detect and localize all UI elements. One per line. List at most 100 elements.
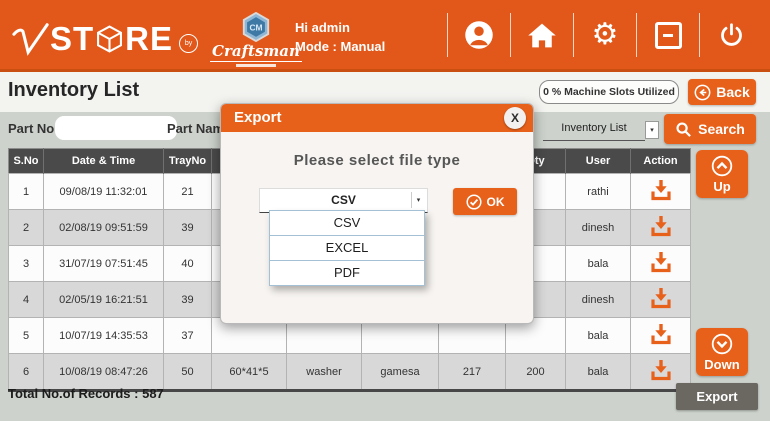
table-cell: 39 xyxy=(164,282,212,318)
ok-button[interactable]: OK xyxy=(453,188,517,215)
column-header: TrayNo xyxy=(164,149,212,174)
column-header: S.No xyxy=(9,149,44,174)
export-modal: Export X Please select file type CSV ▾ O… xyxy=(220,103,534,324)
table-cell: 09/08/19 11:32:01 xyxy=(44,174,164,210)
file-type-value: CSV xyxy=(260,189,427,211)
craftsman-underline xyxy=(236,64,276,67)
table-cell: 10/08/19 08:47:26 xyxy=(44,354,164,391)
export-button[interactable]: Export xyxy=(676,383,758,410)
column-header: Date & Time xyxy=(44,149,164,174)
file-type-prompt: Please select file type xyxy=(221,152,533,169)
column-header: Action xyxy=(631,149,691,174)
table-cell: 2 xyxy=(9,210,44,246)
action-cell xyxy=(631,246,691,282)
table-cell: washer xyxy=(287,354,362,391)
arrow-up-circle-icon xyxy=(711,155,733,177)
back-button[interactable]: Back xyxy=(688,79,756,105)
download-icon[interactable] xyxy=(649,179,673,202)
close-icon[interactable]: X xyxy=(504,107,526,129)
search-label: Search xyxy=(698,121,745,137)
list-type-value: Inventory List xyxy=(543,119,645,138)
craftsman-badge-text: CM xyxy=(249,22,262,32)
table-cell: 21 xyxy=(164,174,212,210)
user-icon[interactable] xyxy=(447,13,510,57)
download-icon[interactable] xyxy=(649,323,673,346)
page-title: Inventory List xyxy=(8,79,139,102)
cube-icon xyxy=(96,24,123,54)
back-label: Back xyxy=(716,84,749,100)
table-cell: 40 xyxy=(164,246,212,282)
table-cell: 37 xyxy=(164,318,212,354)
arrow-down-circle-icon xyxy=(711,333,733,355)
table-cell: 02/05/19 16:21:51 xyxy=(44,282,164,318)
action-cell xyxy=(631,318,691,354)
power-icon[interactable] xyxy=(699,13,762,57)
table-cell: gamesa xyxy=(362,354,439,391)
table-cell: 60*41*5 xyxy=(212,354,287,391)
settings-icon[interactable]: ⚙ xyxy=(573,13,636,57)
mode-text: Mode : Manual xyxy=(295,37,385,56)
action-cell xyxy=(631,174,691,210)
download-icon[interactable] xyxy=(649,215,673,238)
machine-slots-badge: 0 % Machine Slots Utilized xyxy=(539,80,679,104)
part-no-label: Part No xyxy=(8,121,54,136)
app-header: ST RE by CM Craftsman Hi admin Mode : Ma… xyxy=(0,0,770,72)
table-cell: 217 xyxy=(439,354,506,391)
list-type-select[interactable]: Inventory List ▾ xyxy=(543,119,645,141)
scroll-down-button[interactable]: Down xyxy=(696,328,748,376)
down-label: Down xyxy=(704,357,739,372)
export-modal-title: Export xyxy=(221,104,533,132)
download-icon[interactable] xyxy=(649,359,673,382)
scroll-up-button[interactable]: Up xyxy=(696,150,748,198)
total-records-label: Total No.of Records : 587 xyxy=(8,386,164,401)
table-cell: 5 xyxy=(9,318,44,354)
arrow-left-circle-icon xyxy=(694,84,711,101)
minimize-icon[interactable] xyxy=(636,13,699,57)
column-header: User xyxy=(566,149,631,174)
chevron-down-icon: ▾ xyxy=(645,121,659,139)
table-cell: rathi xyxy=(566,174,631,210)
up-label: Up xyxy=(713,179,730,194)
table-cell: 31/07/19 07:51:45 xyxy=(44,246,164,282)
check-circle-icon xyxy=(466,194,482,210)
home-icon[interactable] xyxy=(510,13,573,57)
table-cell: bala xyxy=(566,246,631,282)
table-cell: 4 xyxy=(9,282,44,318)
download-icon[interactable] xyxy=(649,287,673,310)
chevron-down-icon: ▾ xyxy=(411,192,425,208)
table-cell: 02/08/19 09:51:59 xyxy=(44,210,164,246)
file-type-options: CSVEXCELPDF xyxy=(269,211,425,286)
table-row: 610/08/19 08:47:265060*41*5washergamesa2… xyxy=(9,354,691,391)
table-cell: dinesh xyxy=(566,210,631,246)
v-swoosh-icon xyxy=(12,21,50,57)
craftsman-hexagon-icon: CM xyxy=(240,12,272,42)
table-cell: bala xyxy=(566,318,631,354)
table-cell: 50 xyxy=(164,354,212,391)
logo-text-right: RE xyxy=(125,19,173,59)
search-button[interactable]: Search xyxy=(664,114,756,144)
table-cell: 1 xyxy=(9,174,44,210)
file-type-option[interactable]: EXCEL xyxy=(269,235,425,261)
table-cell: 3 xyxy=(9,246,44,282)
table-cell: 10/07/19 14:35:53 xyxy=(44,318,164,354)
part-no-input[interactable] xyxy=(55,116,177,140)
action-cell xyxy=(631,210,691,246)
by-badge: by xyxy=(179,34,198,53)
export-modal-header: Export xyxy=(221,104,533,132)
greeting-text: Hi admin xyxy=(295,18,385,37)
file-type-option[interactable]: PDF xyxy=(269,260,425,286)
vstore-logo: ST RE by CM Craftsman xyxy=(12,10,302,67)
magnifier-icon xyxy=(675,121,692,138)
download-icon[interactable] xyxy=(649,251,673,274)
craftsman-script: Craftsman xyxy=(210,42,302,62)
file-type-option[interactable]: CSV xyxy=(269,210,425,236)
inventory-list-screen: ST RE by CM Craftsman Hi admin Mode : Ma… xyxy=(0,0,770,421)
session-info: Hi admin Mode : Manual xyxy=(295,18,385,56)
table-cell: 6 xyxy=(9,354,44,391)
table-cell: 39 xyxy=(164,210,212,246)
action-cell xyxy=(631,282,691,318)
table-cell: bala xyxy=(566,354,631,391)
craftsman-logo: CM Craftsman xyxy=(210,12,302,67)
table-cell: dinesh xyxy=(566,282,631,318)
ok-label: OK xyxy=(487,195,505,209)
